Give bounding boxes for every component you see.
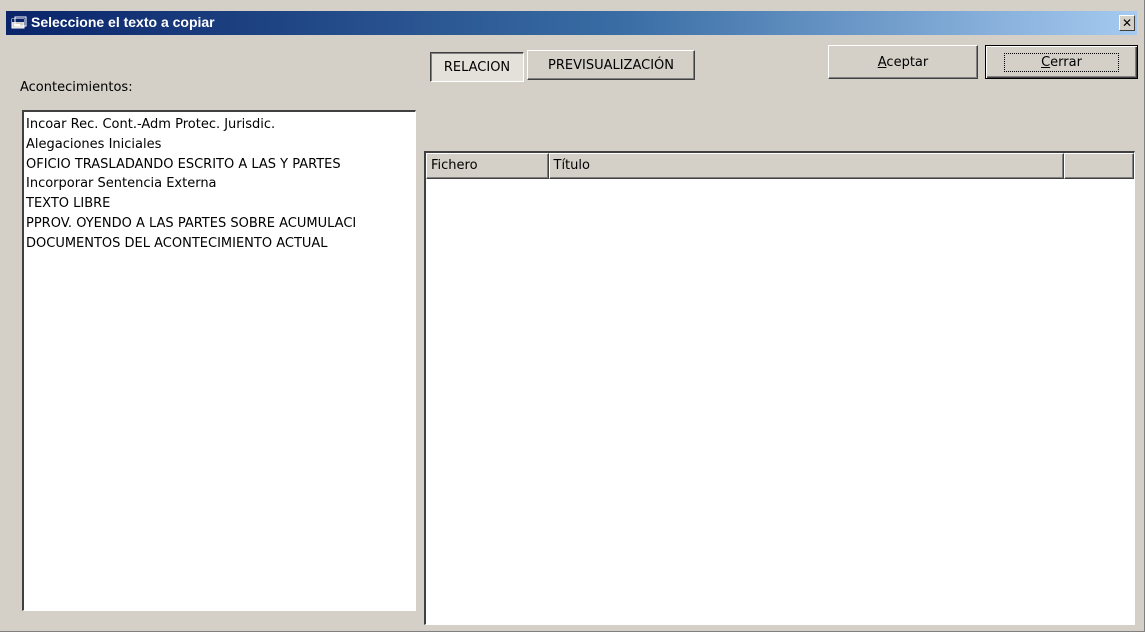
- close-button[interactable]: Cerrar: [985, 45, 1138, 79]
- tab-relacion[interactable]: RELACION: [430, 52, 524, 82]
- title-bar[interactable]: Seleccione el texto a copiar ✕: [6, 11, 1137, 35]
- list-item[interactable]: DOCUMENTOS DEL ACONTECIMIENTO ACTUAL: [24, 234, 415, 254]
- close-label-rest: errar: [1050, 54, 1082, 70]
- list-item[interactable]: PPROV. OYENDO A LAS PARTES SOBRE ACUMULA…: [24, 214, 415, 234]
- list-item[interactable]: Alegaciones Iniciales: [24, 135, 415, 155]
- list-item[interactable]: Incorporar Sentencia Externa: [24, 174, 415, 194]
- list-item[interactable]: Incoar Rec. Cont.-Adm Protec. Jurisdic.: [24, 115, 415, 135]
- close-icon[interactable]: ✕: [1119, 15, 1135, 31]
- column-header-fichero[interactable]: Fichero: [426, 153, 549, 179]
- column-header-titulo[interactable]: Título: [548, 153, 1065, 179]
- window-title: Seleccione el texto a copiar: [31, 14, 215, 30]
- column-header-extra[interactable]: [1064, 153, 1134, 179]
- list-item[interactable]: OFICIO TRASLADANDO ESCRITO A LAS Y PARTE…: [24, 155, 415, 175]
- accept-label-rest: ceptar: [886, 54, 929, 70]
- tab-previsualizacion[interactable]: PREVISUALIZACIÓN: [527, 50, 695, 80]
- files-table-header: Fichero Título: [426, 153, 1134, 179]
- events-listbox[interactable]: Incoar Rec. Cont.-Adm Protec. Jurisdic. A…: [22, 110, 416, 611]
- tab-relacion-label: RELACION: [443, 59, 511, 75]
- accept-button[interactable]: Aceptar: [828, 45, 978, 79]
- events-list: Incoar Rec. Cont.-Adm Protec. Jurisdic. A…: [24, 112, 415, 254]
- files-listview[interactable]: Fichero Título: [424, 151, 1135, 625]
- accept-button-label: Aceptar: [878, 55, 928, 70]
- window-app-icon: [11, 16, 27, 30]
- close-button-label: Cerrar: [1004, 52, 1119, 72]
- list-item[interactable]: TEXTO LIBRE: [24, 194, 415, 214]
- events-label: Acontecimientos:: [20, 80, 133, 95]
- tab-previsualizacion-label: PREVISUALIZACIÓN: [548, 57, 674, 73]
- close-mnemonic: C: [1041, 54, 1051, 70]
- dialog-window: Seleccione el texto a copiar ✕ Acontecim…: [0, 0, 1145, 632]
